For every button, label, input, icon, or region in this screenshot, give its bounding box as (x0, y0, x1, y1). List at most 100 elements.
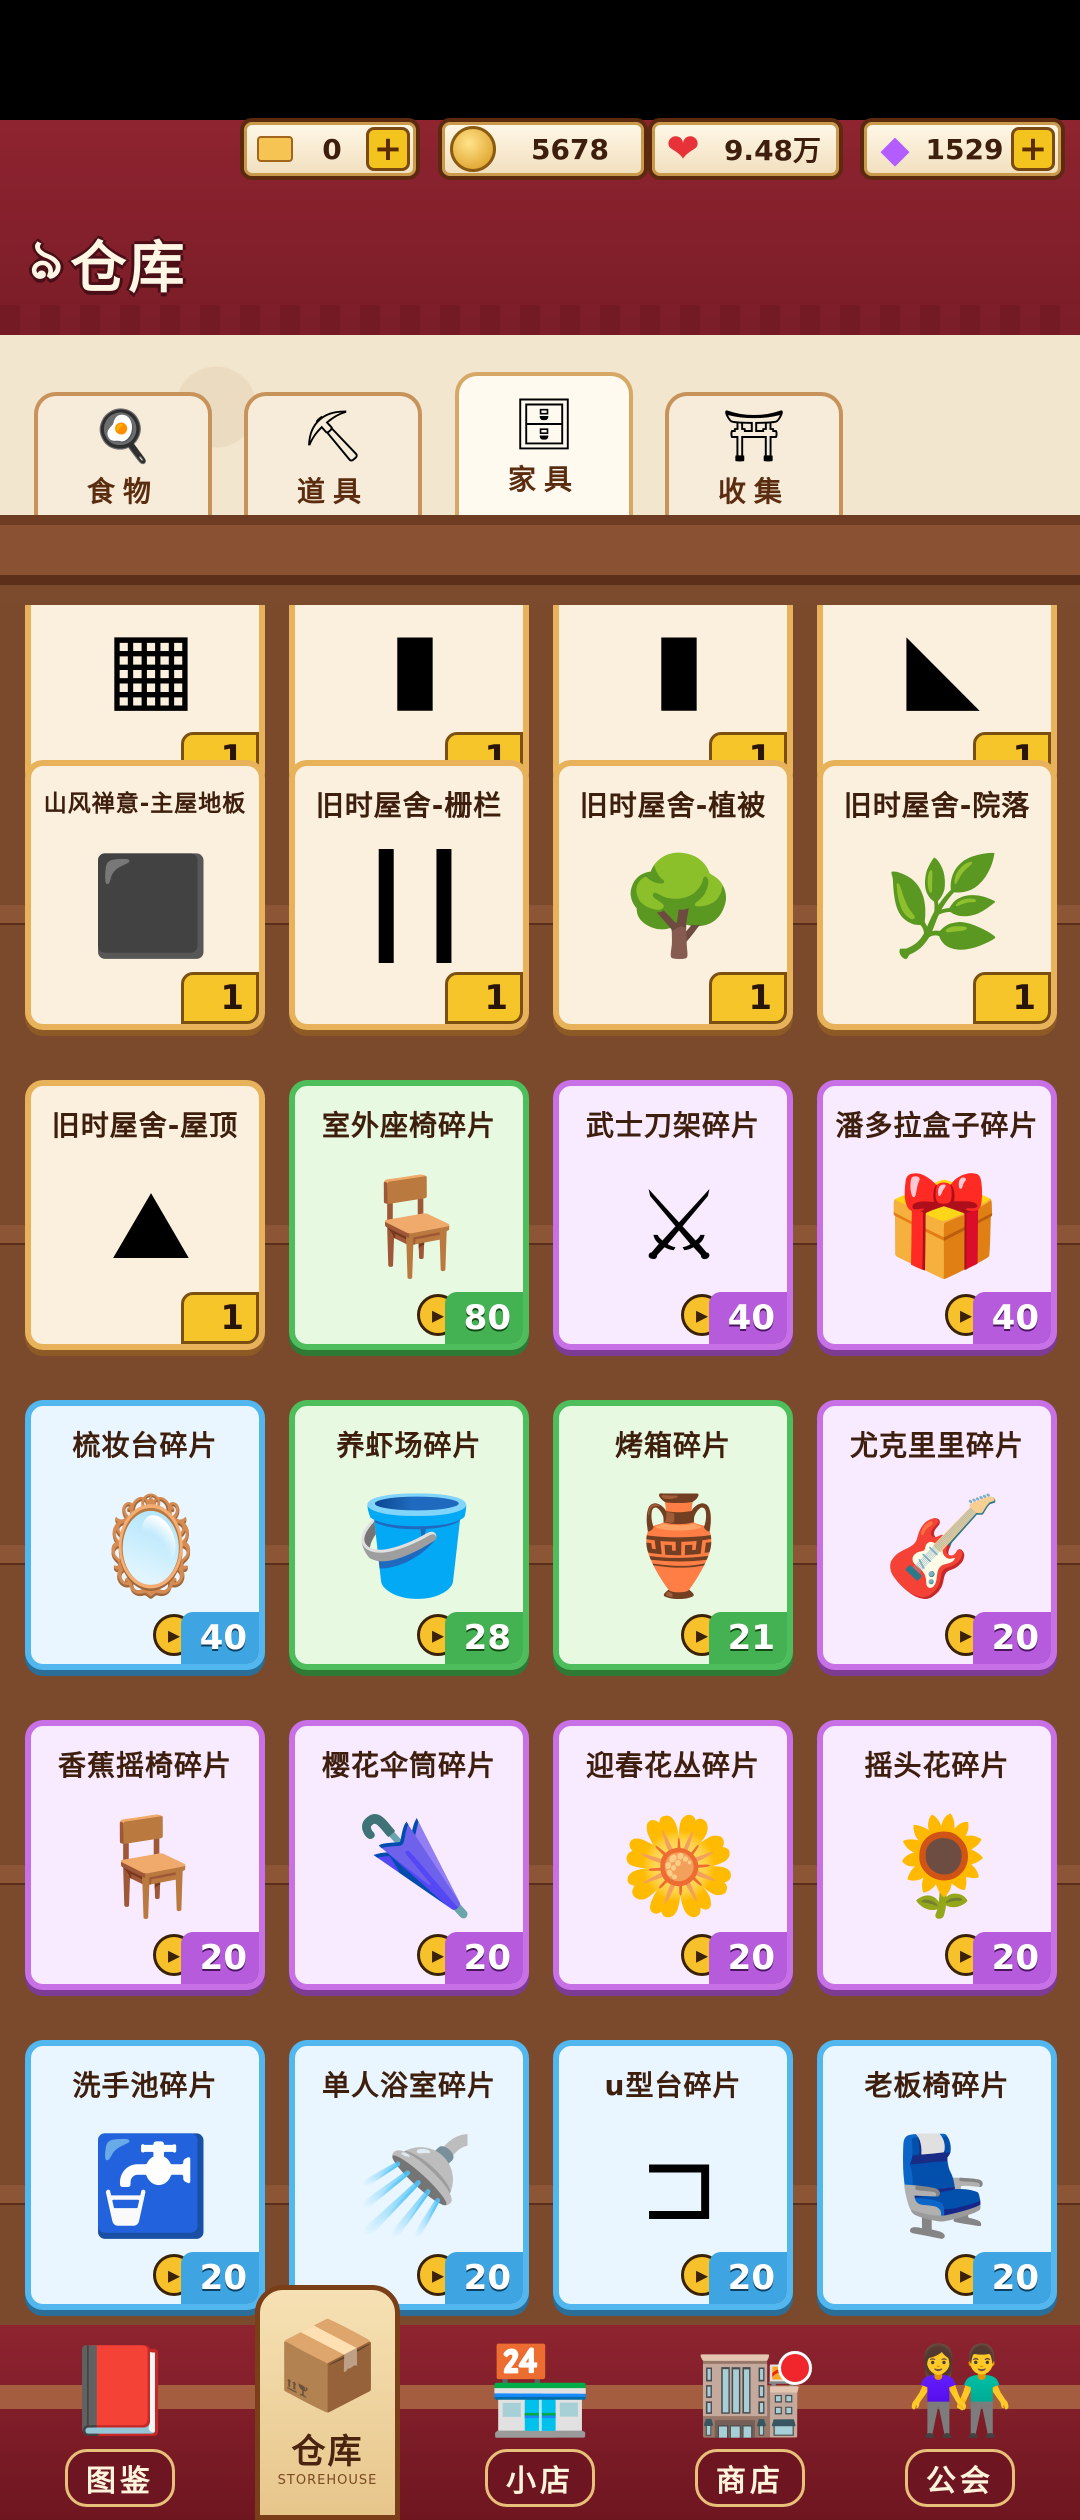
item-count: 40 (973, 1292, 1051, 1344)
item-card[interactable]: 旧时屋舍-屋顶 ⛰ 1 (25, 1080, 265, 1350)
page-title-text: 仓库 (70, 235, 187, 301)
item-count: 1 (445, 972, 523, 1024)
item-image: ⚔ (635, 1170, 723, 1282)
item-card[interactable]: 武士刀架碎片 ⚔ ▸ 40 (553, 1080, 793, 1350)
notification-badge (778, 2351, 812, 2385)
ticket-icon (252, 126, 298, 172)
item-image: 🚿 (355, 2129, 475, 2242)
item-card[interactable]: 室外座椅碎片 🪑 ▸ 80 (289, 1080, 529, 1350)
item-card[interactable]: 旧时屋舍-院落 🌿 1 (817, 760, 1057, 1030)
item-name: 养虾场碎片 (336, 1429, 482, 1462)
nav-my-shop[interactable]: 🏪 小店 (460, 2325, 620, 2520)
tab-tools[interactable]: ⛏ 道具 (244, 392, 422, 517)
item-card[interactable]: 山风禅意-主屋地板 ⬛ 1 (25, 760, 265, 1030)
guild-icon: 👫 (906, 2340, 1014, 2441)
nav-collection-book[interactable]: 📕 图鉴 (40, 2325, 200, 2520)
item-count: 1 (181, 972, 259, 1024)
coin-value: 5678 (531, 132, 609, 166)
item-count: 40 (709, 1292, 787, 1344)
egg-icon: 🍳 (91, 406, 155, 465)
shelf-divider (0, 515, 1080, 605)
swirl-icon: ঌ (30, 228, 65, 291)
item-name: 香蕉摇椅碎片 (57, 1749, 232, 1782)
tab-food[interactable]: 🍳 食物 (34, 392, 212, 517)
gem-counter: ◆ 1529 + (860, 118, 1065, 180)
item-name: u型台碎片 (604, 2069, 742, 2102)
item-card[interactable]: 单人浴室碎片 🚿 ▸ 20 (289, 2040, 529, 2310)
item-card[interactable]: 樱花伞筒碎片 🌂 ▸ 20 (289, 1720, 529, 1990)
gem-value: 1529 (925, 132, 1004, 166)
bottom-nav: 📕 图鉴 📦 仓库 STOREHOUSE 🏪 小店 🏬 商店 👫 公会 (0, 2285, 1080, 2520)
item-count: 80 (445, 1292, 523, 1344)
item-image: 🌼 (619, 1809, 739, 1922)
item-image: 🌳 (619, 849, 739, 962)
item-name: 樱花伞筒碎片 (321, 1749, 496, 1782)
shop-icon: 🏪 (486, 2340, 594, 2441)
item-image: ◣ (906, 610, 980, 722)
item-image: 🎸 (883, 1489, 1003, 1602)
item-card[interactable]: 旧时屋舍-植被 🌳 1 (553, 760, 793, 1030)
nav-store[interactable]: 🏬 商店 (670, 2325, 830, 2520)
nav-storehouse-label: 仓库 (291, 2432, 364, 2472)
item-card[interactable]: 旧时屋舍-栅栏 ┃┃ 1 (289, 760, 529, 1030)
item-image: 🪣 (355, 1489, 475, 1602)
ticket-value: 0 (322, 132, 342, 166)
item-image: ▮ (388, 610, 442, 722)
item-count: 20 (973, 1612, 1051, 1664)
item-card[interactable]: 老板椅碎片 💺 ▸ 20 (817, 2040, 1057, 2310)
tab-food-label: 食物 (86, 475, 159, 508)
nav-guild[interactable]: 👫 公会 (880, 2325, 1040, 2520)
heart-value: 9.48万 (723, 134, 822, 167)
tab-collection-label: 收集 (717, 475, 790, 508)
item-card[interactable]: 梳妆台碎片 🪞 ▸ 40 (25, 1400, 265, 1670)
item-count: 20 (973, 1932, 1051, 1984)
item-image: 💺 (883, 2129, 1003, 2242)
nav-storehouse[interactable]: 📦 仓库 STOREHOUSE (255, 2285, 400, 2520)
heart-icon: ❤ (666, 126, 700, 172)
item-name: 旧时屋舍-植被 (579, 789, 767, 822)
item-name: 梳妆台碎片 (72, 1429, 218, 1462)
item-image: ▦ (105, 610, 197, 722)
item-card[interactable]: 洗手池碎片 🚰 ▸ 20 (25, 2040, 265, 2310)
item-card[interactable]: 潘多拉盒子碎片 🎁 ▸ 40 (817, 1080, 1057, 1350)
item-card[interactable]: 迎春花丛碎片 🌼 ▸ 20 (553, 1720, 793, 1990)
tab-furniture[interactable]: 🗄 家具 (455, 372, 633, 520)
tab-collection[interactable]: ⛩ 收集 (665, 392, 843, 517)
item-image: ⛰ (110, 1169, 192, 1281)
add-ticket-button[interactable]: + (366, 127, 410, 171)
item-grid: ▦ 1 ▮ 1 ▮ 1 ◣ 1 山风禅意-主屋地板 ⬛ 1 旧时屋舍-栅栏 ┃┃ 1 旧时屋舍-植被 🌳 1 旧时… (0, 605, 1080, 2325)
item-card[interactable]: 烤箱碎片 🏺 ▸ 21 (553, 1400, 793, 1670)
item-image: 🌻 (883, 1809, 1003, 1922)
item-count: 1 (709, 972, 787, 1024)
item-card[interactable]: 摇头花碎片 🌻 ▸ 20 (817, 1720, 1057, 1990)
status-band (0, 0, 1080, 120)
item-name: 武士刀架碎片 (585, 1109, 760, 1142)
coin-counter: 5678 (438, 118, 648, 180)
nav-guild-label: 公会 (905, 2449, 1015, 2507)
nav-book-label: 图鉴 (65, 2449, 175, 2507)
item-image: 🪑 (355, 1169, 475, 1282)
item-image: 🎁 (883, 1169, 1003, 1282)
item-name: 摇头花碎片 (864, 1749, 1010, 1782)
shovel-icon: ⛏ (301, 406, 365, 465)
item-image: 🚰 (91, 2129, 211, 2242)
item-count: 21 (709, 1612, 787, 1664)
item-card[interactable]: 香蕉摇椅碎片 🪑 ▸ 20 (25, 1720, 265, 1990)
item-count: 20 (445, 1932, 523, 1984)
item-image: ⊐ (638, 2130, 720, 2242)
item-count: 20 (181, 2252, 259, 2304)
item-name: 烤箱碎片 (614, 1429, 731, 1462)
add-gem-button[interactable]: + (1011, 127, 1055, 171)
item-count: 40 (181, 1612, 259, 1664)
item-name: 旧时屋舍-栅栏 (315, 789, 503, 822)
item-card[interactable]: 养虾场碎片 🪣 ▸ 28 (289, 1400, 529, 1670)
item-name: 旧时屋舍-院落 (843, 789, 1031, 822)
item-name: 室外座椅碎片 (321, 1109, 496, 1142)
item-name: 迎春花丛碎片 (585, 1749, 760, 1782)
item-card[interactable]: u型台碎片 ⊐ ▸ 20 (553, 2040, 793, 2310)
item-count: 20 (973, 2252, 1051, 2304)
tab-tools-label: 道具 (296, 475, 369, 508)
item-card[interactable]: 尤克里里碎片 🎸 ▸ 20 (817, 1400, 1057, 1670)
item-name: 老板椅碎片 (864, 2069, 1010, 2102)
item-count: 1 (181, 1292, 259, 1344)
